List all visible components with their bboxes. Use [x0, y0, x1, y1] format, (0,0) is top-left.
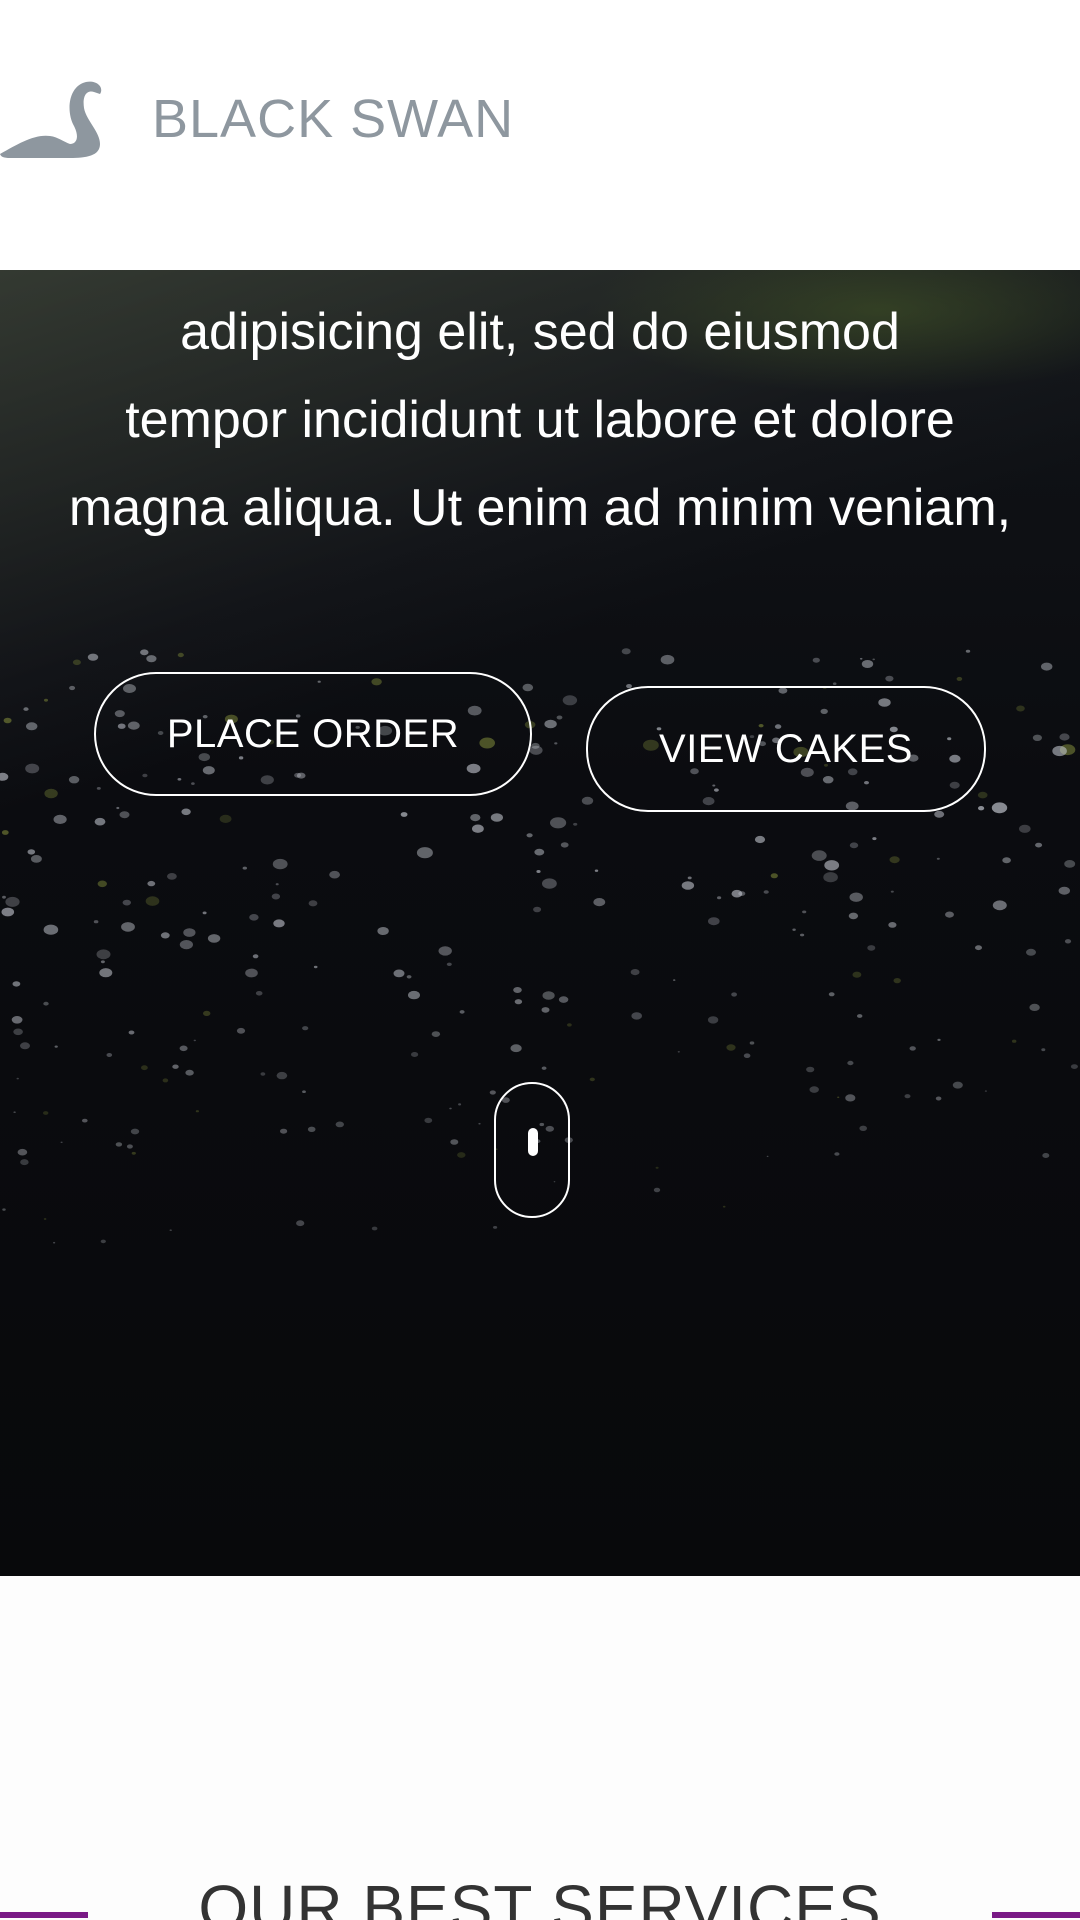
view-cakes-button[interactable]: VIEW CAKES	[586, 686, 986, 812]
hero-line: magna aliqua. Ut enim ad minim veniam,	[68, 479, 1012, 537]
brand-logo[interactable]: BLACK SWAN	[0, 78, 514, 160]
title-divider-right	[992, 1912, 1080, 1918]
services-heading: OUR BEST SERVICES	[198, 1872, 882, 1920]
scroll-wheel-indicator	[528, 1128, 538, 1156]
mouse-scroll-icon[interactable]	[494, 1082, 570, 1218]
brand-name: BLACK SWAN	[152, 89, 515, 149]
swan-icon	[0, 78, 118, 160]
services-section: OUR BEST SERVICES	[0, 1576, 1080, 1920]
hero-description: adipisicing elit, sed do eiusmod tempor …	[0, 288, 1080, 552]
hero-section: adipisicing elit, sed do eiusmod tempor …	[0, 270, 1080, 1576]
hero-line: tempor incididunt ut labore et dolore	[125, 391, 955, 449]
hero-line: adipisicing elit, sed do eiusmod	[180, 303, 900, 361]
place-order-button[interactable]: PLACE ORDER	[94, 672, 532, 796]
site-header: BLACK SWAN	[0, 0, 1080, 270]
